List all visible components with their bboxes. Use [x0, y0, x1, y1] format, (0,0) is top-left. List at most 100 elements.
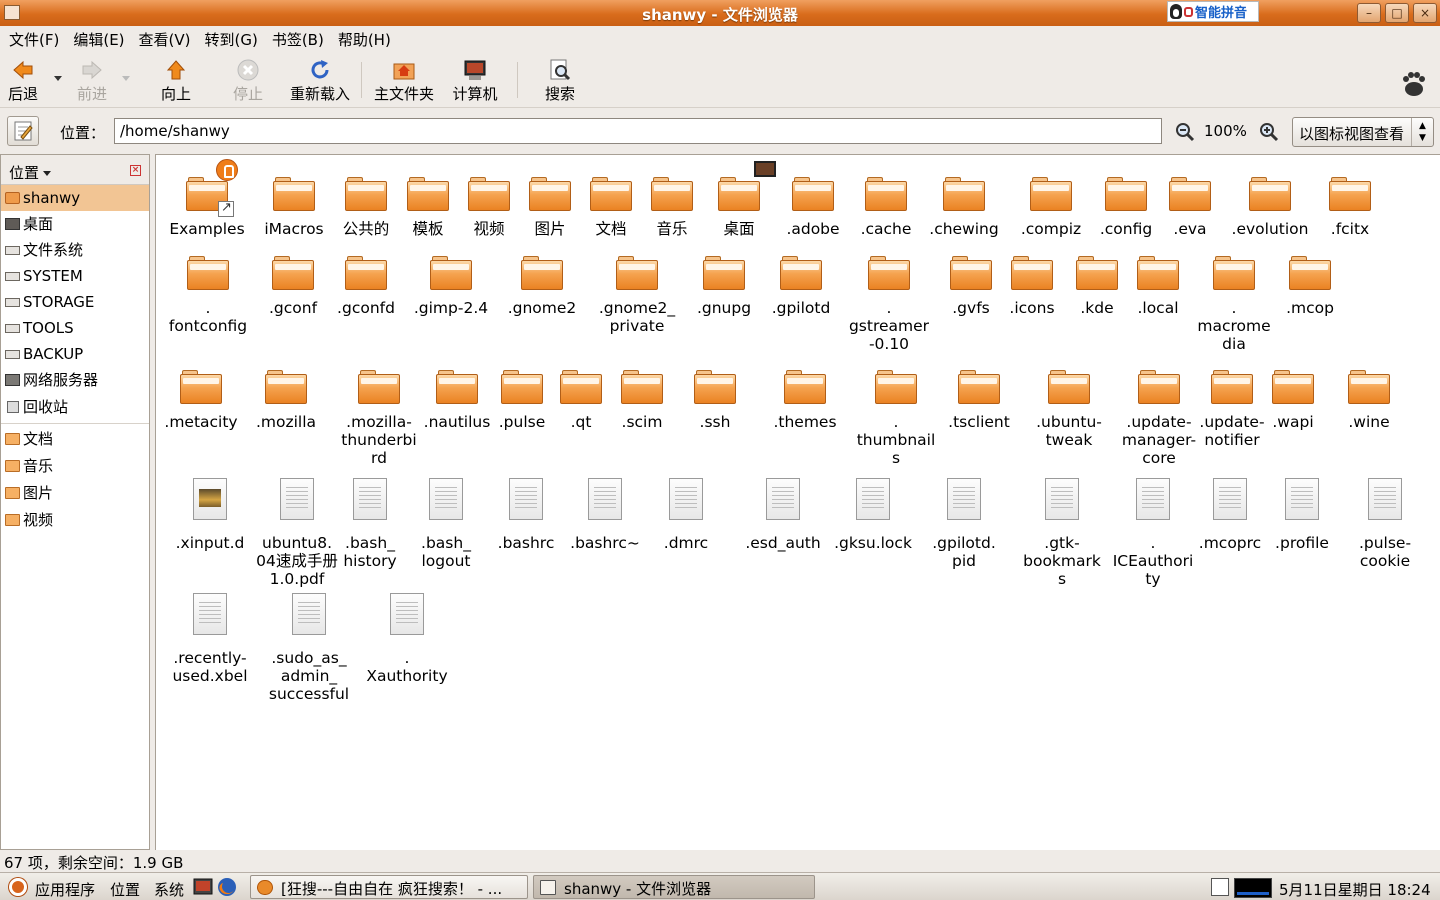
file-browser-icon: [540, 880, 556, 895]
file-item[interactable]: .recently- used.xbel: [156, 587, 265, 685]
folder-item[interactable]: .fcitx: [1295, 165, 1405, 245]
text-document-icon: [1285, 478, 1319, 520]
menu-help[interactable]: 帮助(H): [333, 29, 396, 50]
sidebar-item[interactable]: 视频: [1, 507, 149, 534]
sidebar-item[interactable]: 回收站: [1, 394, 149, 421]
back-label: 后退: [7, 85, 38, 103]
search-button[interactable]: 搜索: [544, 58, 576, 104]
sidebar-item[interactable]: BACKUP: [1, 341, 149, 367]
ubuntu-logo-icon[interactable]: [9, 878, 27, 896]
folder-item[interactable]: .wine: [1314, 358, 1424, 438]
reload-button[interactable]: 重新载入: [289, 58, 351, 104]
folder-icon: [943, 177, 985, 211]
bottom-panel: 应用程序 位置 系统 [狂搜---自由自在 疯狂搜索！ - ... shanwy…: [0, 872, 1440, 900]
folder-icon: [265, 370, 307, 404]
file-name: .wine: [1348, 413, 1390, 431]
home-button[interactable]: 主文件夹: [374, 58, 434, 104]
sidebar-item[interactable]: shanwy: [1, 185, 149, 211]
folder-icon: [868, 256, 910, 290]
sidebar-item[interactable]: TOOLS: [1, 315, 149, 341]
sidebar-item[interactable]: 文档: [1, 426, 149, 453]
sidebar-item[interactable]: 桌面: [1, 211, 149, 237]
file-name: .fcitx: [1330, 220, 1370, 238]
text-document-icon: [1368, 478, 1402, 520]
menu-bookmarks[interactable]: 书签(B): [267, 29, 329, 50]
drive-icon: [5, 272, 20, 281]
forward-history-dropdown[interactable]: [122, 76, 130, 81]
file-item[interactable]: .pulse- cookie: [1330, 472, 1440, 570]
menu-file[interactable]: 文件(F): [4, 29, 64, 50]
file-item[interactable]: .sudo_as_ admin_ successful: [254, 587, 364, 703]
folder-icon: [694, 370, 736, 404]
sidebar-close-icon[interactable]: ×: [130, 165, 141, 176]
forward-button[interactable]: 前进: [76, 58, 108, 104]
folder-icon: [1329, 177, 1371, 211]
location-input[interactable]: [114, 118, 1162, 144]
places-menu[interactable]: 位置: [110, 879, 140, 900]
text-document-icon: [856, 478, 890, 520]
firefox-launcher-icon[interactable]: [217, 877, 237, 897]
sidebar-separator: [1, 423, 149, 424]
text-document-icon: [509, 478, 543, 520]
zoom-level[interactable]: 100%: [1204, 122, 1247, 140]
text-document-icon: [947, 478, 981, 520]
folder-icon: [1289, 256, 1331, 290]
sidebar-item-label: 桌面: [23, 215, 54, 233]
text-document-icon: [280, 478, 314, 520]
taskbar-browser-window[interactable]: [狂搜---自由自在 疯狂搜索！ - ...: [250, 875, 528, 899]
sidebar-item[interactable]: 文件系统: [1, 237, 149, 263]
sidebar-item-label: TOOLS: [23, 319, 74, 337]
sidebar-item[interactable]: 音乐: [1, 453, 149, 480]
menu-go[interactable]: 转到(G): [200, 29, 263, 50]
zoom-in-icon[interactable]: [1259, 122, 1279, 142]
file-item[interactable]: .gpilotd. pid: [909, 472, 1019, 570]
computer-button[interactable]: 计算机: [452, 58, 498, 104]
forward-label: 前进: [76, 85, 107, 103]
sidebar-item-label: 图片: [23, 484, 54, 502]
taskbar-file-browser-window[interactable]: shanwy - 文件浏览器: [533, 875, 815, 899]
up-button[interactable]: 向上: [160, 58, 192, 104]
terminal-launcher-icon[interactable]: [193, 877, 213, 897]
minimize-button[interactable]: –: [1357, 3, 1381, 23]
zoom-out-icon[interactable]: [1175, 122, 1195, 142]
view-mode-select[interactable]: 以图标视图查看 ▲ ▼: [1292, 117, 1434, 147]
folder-icon: [1138, 370, 1180, 404]
menu-edit[interactable]: 编辑(E): [68, 29, 129, 50]
folder-icon: [1249, 177, 1291, 211]
sidebar-item[interactable]: 图片: [1, 480, 149, 507]
folder-icon: [718, 177, 760, 211]
back-button[interactable]: 后退: [7, 58, 39, 104]
toggle-location-edit-button[interactable]: [7, 116, 39, 146]
maximize-button[interactable]: □: [1385, 3, 1409, 23]
system-monitor-graph[interactable]: [1234, 878, 1272, 898]
back-history-dropdown[interactable]: [54, 76, 62, 81]
stop-button[interactable]: 停止: [232, 58, 264, 104]
sidebar-item[interactable]: 网络服务器: [1, 367, 149, 394]
folder-item[interactable]: .mcop: [1255, 244, 1365, 324]
folder-icon: [358, 370, 400, 404]
sidebar-item[interactable]: SYSTEM: [1, 263, 149, 289]
ime-indicator[interactable]: 智能拼音: [1167, 1, 1259, 22]
menu-view[interactable]: 查看(V): [134, 29, 196, 50]
folder-icon: [521, 256, 563, 290]
sidebar-item[interactable]: STORAGE: [1, 289, 149, 315]
clock[interactable]: 5月11日星期日 18:24: [1279, 879, 1431, 900]
toolbar-separator: [361, 62, 362, 98]
notes-tray-icon[interactable]: [1211, 878, 1229, 896]
applications-menu[interactable]: 应用程序: [35, 879, 95, 900]
folder-icon: [1348, 370, 1390, 404]
browser-icon: [257, 880, 273, 895]
sidebar-mode-dropdown[interactable]: 位置: [9, 162, 51, 183]
file-name: .gnome2: [507, 299, 577, 317]
sidebar-item-label: 视频: [23, 511, 54, 529]
system-menu[interactable]: 系统: [154, 879, 184, 900]
close-button[interactable]: ×: [1413, 3, 1437, 23]
reload-icon: [311, 60, 329, 79]
file-item[interactable]: .dmrc: [631, 472, 741, 552]
file-name: .mcop: [1286, 299, 1334, 317]
text-document-icon: [292, 593, 326, 635]
folder-item[interactable]: .gnome2: [487, 244, 597, 324]
file-item[interactable]: . Xauthority: [352, 587, 462, 685]
lock-emblem-icon: [216, 159, 238, 181]
file-icon-view[interactable]: ExamplesiMacros公共的模板视频图片文档音乐桌面.adobe.cac…: [155, 154, 1440, 850]
